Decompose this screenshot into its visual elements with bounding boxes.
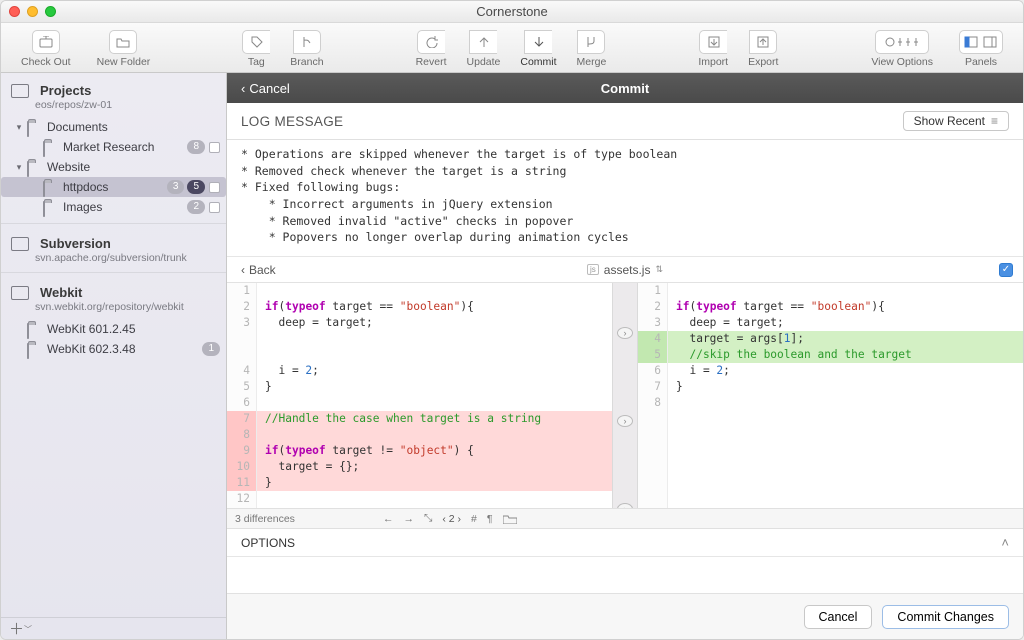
options-header[interactable]: OPTIONS ˄ bbox=[227, 529, 1023, 557]
commit-sheet: ‹Cancel Commit LOG MESSAGE Show Recent≡ … bbox=[227, 73, 1023, 639]
titlebar: Cornerstone bbox=[1, 1, 1023, 23]
include-file-checkbox[interactable]: ✓ bbox=[999, 263, 1013, 277]
center-diff-icon[interactable]: ⤡ bbox=[424, 512, 432, 525]
include-checkbox[interactable] bbox=[209, 202, 220, 213]
chevron-left-icon: ‹ bbox=[241, 263, 245, 277]
folder-icon[interactable] bbox=[503, 514, 517, 524]
sidebar-item[interactable]: Market Research8 bbox=[1, 137, 226, 157]
repo-icon bbox=[11, 237, 29, 251]
window-title: Cornerstone bbox=[1, 4, 1023, 19]
merge-button[interactable]: Merge bbox=[567, 28, 617, 68]
hash-icon[interactable]: # bbox=[471, 513, 477, 525]
revert-button[interactable]: Revert bbox=[406, 28, 457, 68]
log-message-header: LOG MESSAGE Show Recent≡ bbox=[227, 103, 1023, 140]
sidebar-item[interactable]: WebKit 602.3.481 bbox=[1, 339, 226, 359]
diff-nav-controls[interactable]: ← → ⤡ ‹ 2 › # ¶ bbox=[383, 512, 517, 525]
branch-button[interactable]: Branch bbox=[280, 28, 333, 68]
sidebar-footer: ＋﹀ bbox=[1, 617, 226, 639]
sidebar-item[interactable]: Images2 bbox=[1, 197, 226, 217]
sidebar-item[interactable]: ▾Documents bbox=[1, 117, 226, 137]
window: Cornerstone Check Out New Folder Tag Bra… bbox=[0, 0, 1024, 640]
diff-view: 1 2if(typeof target == "boolean"){3 deep… bbox=[227, 283, 1023, 509]
export-button[interactable]: Export bbox=[738, 28, 788, 68]
diff-gutter: › › › bbox=[612, 283, 638, 508]
include-checkbox[interactable] bbox=[209, 182, 220, 193]
checkout-button[interactable]: Check Out bbox=[11, 28, 81, 68]
log-message-input[interactable]: * Operations are skipped whenever the ta… bbox=[227, 140, 1023, 257]
show-recent-button[interactable]: Show Recent≡ bbox=[903, 111, 1009, 131]
menu-icon: ≡ bbox=[991, 114, 998, 128]
prev-diff-icon[interactable]: ← bbox=[383, 513, 394, 525]
source-header[interactable]: Subversion bbox=[11, 236, 216, 251]
tag-button[interactable]: Tag bbox=[232, 28, 280, 68]
toolbar: Check Out New Folder Tag Branch Revert U… bbox=[1, 23, 1023, 73]
back-button[interactable]: ‹Back bbox=[227, 263, 290, 277]
updown-icon: ⇅ bbox=[655, 264, 663, 275]
file-selector[interactable]: js assets.js ⇅ bbox=[227, 263, 1023, 277]
diff-count-label: 3 differences bbox=[235, 513, 295, 525]
add-source-button[interactable]: ＋﹀ bbox=[9, 618, 32, 639]
cancel-button[interactable]: Cancel bbox=[804, 605, 873, 629]
newfolder-button[interactable]: New Folder bbox=[87, 28, 161, 68]
options-body bbox=[227, 557, 1023, 593]
sheet-header: ‹Cancel Commit bbox=[227, 73, 1023, 103]
next-diff-icon[interactable]: → bbox=[403, 513, 414, 525]
diff-nav-icon[interactable]: › bbox=[617, 415, 633, 427]
chevron-up-icon: ˄ bbox=[1001, 535, 1009, 550]
panels-button[interactable]: Panels bbox=[949, 28, 1013, 68]
diff-status-bar: 3 differences ← → ⤡ ‹ 2 › # ¶ bbox=[227, 509, 1023, 529]
pilcrow-icon[interactable]: ¶ bbox=[487, 513, 493, 525]
include-checkbox[interactable] bbox=[209, 142, 220, 153]
update-button[interactable]: Update bbox=[457, 28, 511, 68]
commit-changes-button[interactable]: Commit Changes bbox=[882, 605, 1009, 629]
repo-icon bbox=[11, 286, 29, 300]
button-bar: Cancel Commit Changes bbox=[227, 593, 1023, 639]
diff-right-pane[interactable]: 1 2if(typeof target == "boolean"){3 deep… bbox=[638, 283, 1023, 508]
viewoptions-button[interactable]: View Options bbox=[861, 28, 943, 68]
source-header[interactable]: Webkit bbox=[11, 285, 216, 300]
sheet-title: Commit bbox=[227, 81, 1023, 96]
sidebar-item[interactable]: ▾Website bbox=[1, 157, 226, 177]
file-path-bar: ‹Back js assets.js ⇅ ✓ bbox=[227, 257, 1023, 283]
diff-nav-icon[interactable]: › bbox=[617, 327, 633, 339]
diff-left-pane[interactable]: 1 2if(typeof target == "boolean"){3 deep… bbox=[227, 283, 612, 508]
sidebar-item[interactable]: WebKit 601.2.45 bbox=[1, 319, 226, 339]
source-header[interactable]: Projects bbox=[11, 83, 216, 98]
import-button[interactable]: Import bbox=[688, 28, 738, 68]
repo-icon bbox=[11, 84, 29, 98]
js-file-icon: js bbox=[587, 264, 599, 275]
sidebar: Projectseos/repos/zw-01▾DocumentsMarket … bbox=[1, 73, 227, 639]
sidebar-item[interactable]: httpdocs35 bbox=[1, 177, 226, 197]
commit-button[interactable]: Commit bbox=[510, 28, 566, 68]
